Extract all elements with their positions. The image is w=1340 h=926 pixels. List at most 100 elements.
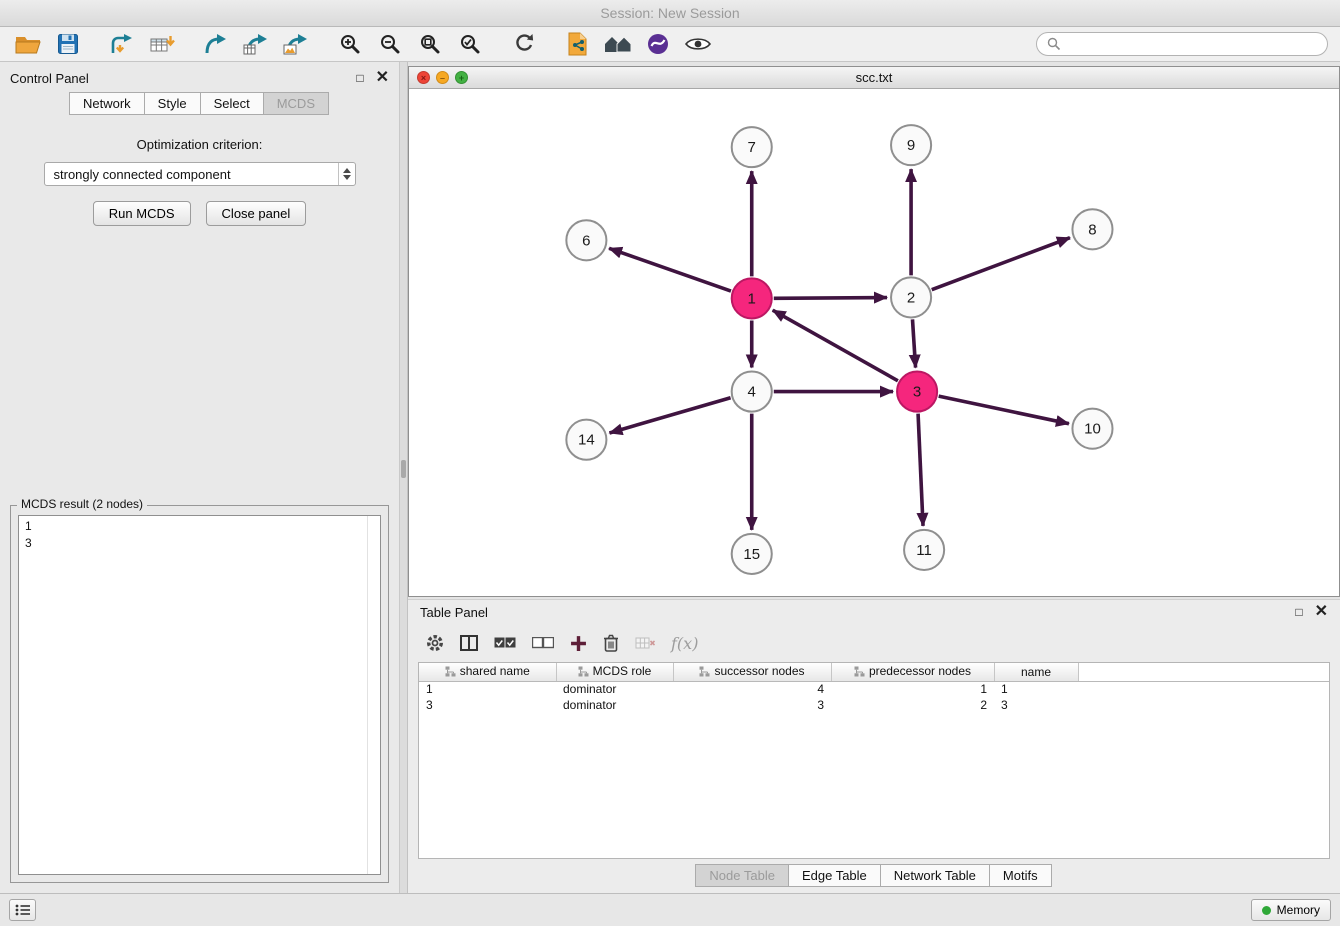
graph-node-15[interactable]: 15 <box>732 534 772 574</box>
show-columns-button[interactable] <box>460 635 478 651</box>
control-panel-header: Control Panel □ ✕ <box>0 66 399 90</box>
graph-node-3[interactable]: 3 <box>897 372 937 412</box>
vizmap-button[interactable] <box>642 30 674 58</box>
close-table-panel-icon[interactable]: ✕ <box>1315 604 1328 620</box>
search-box[interactable] <box>1036 32 1328 56</box>
export-image-button[interactable] <box>280 30 312 58</box>
cell-name[interactable]: 3 <box>994 697 1078 713</box>
delete-rows-button[interactable] <box>603 634 619 652</box>
zoom-out-button[interactable] <box>374 30 406 58</box>
function-builder-button[interactable]: f(x) <box>671 634 698 653</box>
import-network-document-button[interactable] <box>562 30 594 58</box>
zoom-selected-button[interactable] <box>454 30 486 58</box>
cell-mcds-role[interactable]: dominator <box>556 681 673 697</box>
edge-3-1[interactable] <box>773 310 898 381</box>
main-toolbar <box>0 27 1340 62</box>
show-panels-button[interactable] <box>9 899 36 921</box>
cell-mcds-role[interactable]: dominator <box>556 697 673 713</box>
run-mcds-button[interactable]: Run MCDS <box>93 201 191 226</box>
edge-2-8[interactable] <box>932 238 1070 290</box>
close-window-button[interactable]: × <box>417 71 430 84</box>
column-header-name[interactable]: name <box>994 663 1078 681</box>
cell-shared-name[interactable]: 1 <box>419 681 556 697</box>
select-all-columns-button[interactable] <box>494 637 516 649</box>
cell-successor-nodes[interactable]: 3 <box>673 697 831 713</box>
open-file-button[interactable] <box>12 30 44 58</box>
float-panel-icon[interactable]: □ <box>356 72 363 84</box>
tab-style[interactable]: Style <box>144 92 201 115</box>
close-panel-button[interactable]: Close panel <box>206 201 307 226</box>
tab-edge-table[interactable]: Edge Table <box>788 864 881 887</box>
graph-node-10[interactable]: 10 <box>1072 409 1112 449</box>
save-session-button[interactable] <box>52 30 84 58</box>
graph-node-4[interactable]: 4 <box>732 372 772 412</box>
edge-1-6[interactable] <box>609 248 731 291</box>
splitter-thumb[interactable] <box>401 460 406 478</box>
column-header-mcds-role[interactable]: MCDS role <box>556 663 673 681</box>
export-table-button[interactable] <box>240 30 272 58</box>
column-header-predecessor-nodes[interactable]: predecessor nodes <box>831 663 994 681</box>
edge-2-3[interactable] <box>912 319 915 367</box>
cell-shared-name[interactable]: 3 <box>419 697 556 713</box>
graph-node-8[interactable]: 8 <box>1072 209 1112 249</box>
tab-node-table[interactable]: Node Table <box>695 864 789 887</box>
cell-predecessor-nodes[interactable]: 1 <box>831 681 994 697</box>
refresh-icon <box>512 32 536 56</box>
edge-3-10[interactable] <box>939 396 1069 424</box>
mcds-panel-body: Optimization criterion: strongly connect… <box>0 115 399 893</box>
table-settings-button[interactable] <box>426 634 444 652</box>
import-network-from-file-button[interactable] <box>106 30 138 58</box>
zoom-in-button[interactable] <box>334 30 366 58</box>
edge-1-2[interactable] <box>774 298 887 299</box>
close-panel-icon[interactable]: ✕ <box>376 70 389 86</box>
column-header-shared-name[interactable]: shared name <box>419 663 556 681</box>
memory-button[interactable]: Memory <box>1251 899 1331 921</box>
fx-icon: f(x) <box>671 634 698 653</box>
optimization-criterion-label: Optimization criterion: <box>0 137 399 152</box>
minimize-window-button[interactable]: – <box>436 71 449 84</box>
network-graph[interactable]: 7 9 6 8 1 2 4 3 14 10 15 11 <box>409 89 1339 596</box>
table-row-node-1[interactable]: 1 dominator 4 1 1 <box>419 681 1329 697</box>
optimization-criterion-select[interactable]: strongly connected component <box>44 162 356 186</box>
unselect-all-columns-button[interactable] <box>532 637 554 649</box>
edge-3-11[interactable] <box>918 414 923 526</box>
tab-network[interactable]: Network <box>69 92 145 115</box>
table-panel-header: Table Panel □ ✕ <box>408 600 1340 624</box>
home-button[interactable] <box>602 30 634 58</box>
status-bar: Memory <box>0 893 1340 926</box>
add-row-button[interactable] <box>570 635 587 652</box>
column-header-successor-nodes[interactable]: successor nodes <box>673 663 831 681</box>
graph-node-7[interactable]: 7 <box>732 127 772 167</box>
tab-motifs[interactable]: Motifs <box>989 864 1052 887</box>
show-graphics-details-button[interactable] <box>682 30 714 58</box>
tab-mcds[interactable]: MCDS <box>263 92 329 115</box>
tab-select[interactable]: Select <box>200 92 264 115</box>
panel-splitter[interactable] <box>400 62 408 893</box>
graph-node-1[interactable]: 1 <box>732 278 772 318</box>
result-scrollbar[interactable] <box>367 516 380 874</box>
graph-node-11[interactable]: 11 <box>904 530 944 570</box>
graph-node-14[interactable]: 14 <box>566 420 606 460</box>
import-table-from-file-button[interactable] <box>146 30 178 58</box>
misc-toolbar-group <box>562 30 714 58</box>
graph-node-6[interactable]: 6 <box>566 220 606 260</box>
zoom-fit-button[interactable] <box>414 30 446 58</box>
cell-successor-nodes[interactable]: 4 <box>673 681 831 697</box>
cell-name[interactable]: 1 <box>994 681 1078 697</box>
graph-node-2[interactable]: 2 <box>891 277 931 317</box>
mcds-result-box[interactable]: 1 3 <box>18 515 381 875</box>
edge-4-14[interactable] <box>609 398 730 433</box>
refresh-network-button[interactable] <box>508 30 540 58</box>
save-disk-icon <box>58 34 78 54</box>
float-table-panel-icon[interactable]: □ <box>1295 606 1302 618</box>
table-row-node-3[interactable]: 3 dominator 3 2 3 <box>419 697 1329 713</box>
graph-node-9[interactable]: 9 <box>891 125 931 165</box>
attribute-icon <box>578 666 589 677</box>
search-input[interactable] <box>1067 37 1317 52</box>
delete-columns-button[interactable] <box>635 636 655 650</box>
cell-predecessor-nodes[interactable]: 2 <box>831 697 994 713</box>
new-network-button[interactable] <box>200 30 232 58</box>
maximize-window-button[interactable]: + <box>455 71 468 84</box>
tab-network-table[interactable]: Network Table <box>880 864 990 887</box>
network-canvas[interactable]: 7 9 6 8 1 2 4 3 14 10 15 11 <box>409 89 1339 596</box>
